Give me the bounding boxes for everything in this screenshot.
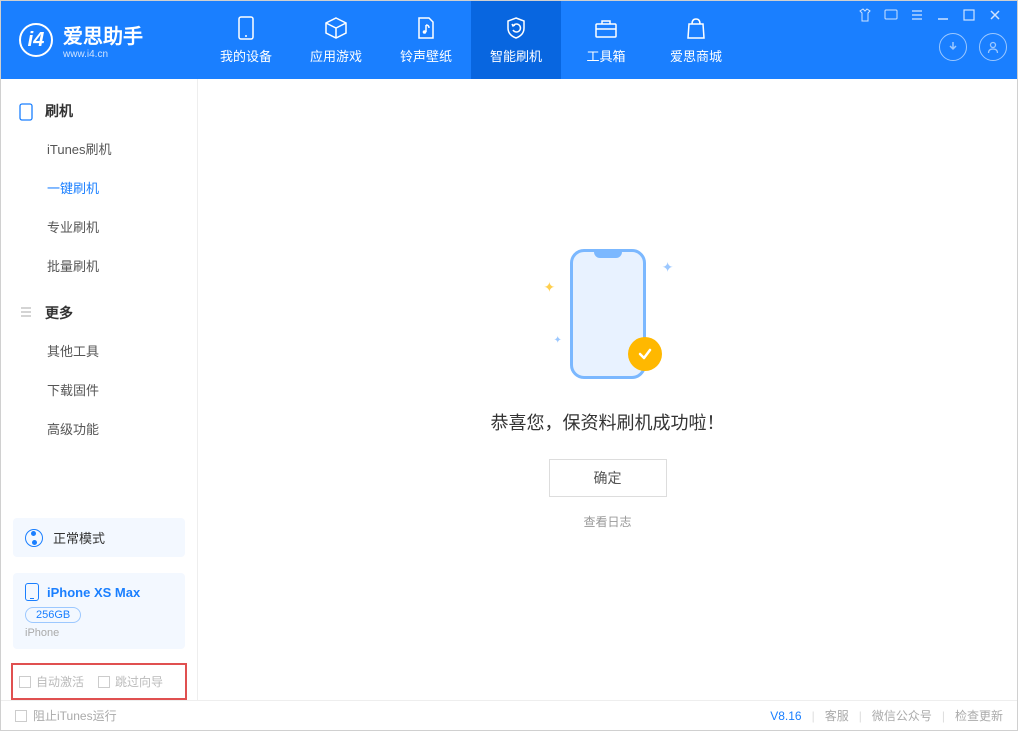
phone-outline-icon (19, 103, 35, 119)
main-tabs: 我的设备 应用游戏 铃声壁纸 智能刷机 工具箱 爱思商城 (201, 1, 741, 79)
sidebar-item-itunes-flash[interactable]: iTunes刷机 (1, 129, 197, 168)
view-log-link[interactable]: 查看日志 (583, 513, 631, 530)
sidebar-item-oneclick-flash[interactable]: 一键刷机 (1, 168, 197, 207)
checkbox-icon (98, 676, 110, 688)
divider: | (859, 709, 862, 723)
mode-label: 正常模式 (53, 528, 105, 547)
main-content: ✦ ✦ ✦ 恭喜您，保资料刷机成功啦！ 确定 查看日志 (198, 79, 1017, 700)
tab-smart-flash[interactable]: 智能刷机 (471, 1, 561, 79)
window-controls (853, 1, 1007, 29)
shield-refresh-icon (502, 16, 530, 40)
tab-label: 智能刷机 (490, 46, 542, 65)
tab-label: 工具箱 (586, 46, 625, 65)
divider: | (812, 709, 815, 723)
tab-label: 铃声壁纸 (400, 46, 452, 65)
list-icon (19, 305, 35, 321)
checkbox-icon (15, 710, 27, 722)
section-title: 刷机 (45, 101, 73, 121)
tab-ringtone-wallpaper[interactable]: 铃声壁纸 (381, 1, 471, 79)
check-badge-icon (628, 337, 662, 371)
toolbox-icon (592, 16, 620, 40)
menu-icon[interactable] (909, 7, 925, 23)
feedback-icon[interactable] (883, 7, 899, 23)
device-name: iPhone XS Max (47, 585, 140, 600)
bag-icon (682, 16, 710, 40)
cube-icon (322, 16, 350, 40)
footer-label: 阻止iTunes运行 (33, 707, 117, 724)
minimize-button[interactable] (935, 7, 951, 23)
app-title: 爱思助手 (63, 20, 143, 49)
tab-store[interactable]: 爱思商城 (651, 1, 741, 79)
checkbox-stop-itunes[interactable]: 阻止iTunes运行 (15, 707, 117, 724)
download-button[interactable] (939, 33, 967, 61)
divider: | (942, 709, 945, 723)
app-logo: i4 爱思助手 www.i4.cn (1, 20, 201, 60)
close-button[interactable] (987, 7, 1003, 23)
version-label: V8.16 (770, 709, 801, 723)
title-bar: i4 爱思助手 www.i4.cn 我的设备 应用游戏 铃声壁纸 智能刷机 工具… (1, 1, 1017, 79)
sidebar-item-batch-flash[interactable]: 批量刷机 (1, 246, 197, 285)
checkbox-auto-activate[interactable]: 自动激活 (19, 673, 84, 690)
tshirt-icon[interactable] (857, 7, 873, 23)
status-bar: 阻止iTunes运行 V8.16 | 客服 | 微信公众号 | 检查更新 (1, 700, 1017, 730)
tab-label: 我的设备 (220, 46, 272, 65)
sidebar-item-download-firmware[interactable]: 下载固件 (1, 370, 197, 409)
sidebar-item-advanced[interactable]: 高级功能 (1, 409, 197, 448)
success-message: 恭喜您，保资料刷机成功啦！ (491, 409, 725, 435)
footer-link-update[interactable]: 检查更新 (955, 707, 1003, 724)
tab-label: 爱思商城 (670, 46, 722, 65)
tab-apps-games[interactable]: 应用游戏 (291, 1, 381, 79)
sidebar: 刷机 iTunes刷机 一键刷机 专业刷机 批量刷机 更多 其他工具 下载固件 … (1, 79, 198, 700)
device-phone-icon (25, 583, 39, 601)
tab-label: 应用游戏 (310, 46, 362, 65)
sidebar-section-more[interactable]: 更多 (1, 295, 197, 331)
checkbox-icon (19, 676, 31, 688)
file-music-icon (412, 16, 440, 40)
opt-label: 自动激活 (36, 673, 84, 690)
sidebar-section-flash[interactable]: 刷机 (1, 93, 197, 129)
options-highlighted: 自动激活 跳过向导 (11, 663, 187, 700)
tab-toolbox[interactable]: 工具箱 (561, 1, 651, 79)
maximize-button[interactable] (961, 7, 977, 23)
user-button[interactable] (979, 33, 1007, 61)
logo-icon: i4 (19, 23, 53, 57)
mode-icon (25, 529, 43, 547)
sidebar-item-pro-flash[interactable]: 专业刷机 (1, 207, 197, 246)
device-storage: 256GB (25, 607, 81, 623)
ok-button[interactable]: 确定 (549, 459, 667, 497)
section-title: 更多 (45, 303, 73, 323)
success-illustration: ✦ ✦ ✦ (548, 249, 668, 389)
checkbox-skip-guide[interactable]: 跳过向导 (98, 673, 163, 690)
phone-icon (232, 16, 260, 40)
footer-link-wechat[interactable]: 微信公众号 (872, 707, 932, 724)
mode-card[interactable]: 正常模式 (13, 518, 185, 557)
device-card[interactable]: iPhone XS Max 256GB iPhone (13, 573, 185, 649)
app-subtitle: www.i4.cn (63, 49, 143, 60)
opt-label: 跳过向导 (115, 673, 163, 690)
tab-my-device[interactable]: 我的设备 (201, 1, 291, 79)
footer-link-support[interactable]: 客服 (825, 707, 849, 724)
sidebar-item-other-tools[interactable]: 其他工具 (1, 331, 197, 370)
device-type: iPhone (25, 627, 173, 639)
